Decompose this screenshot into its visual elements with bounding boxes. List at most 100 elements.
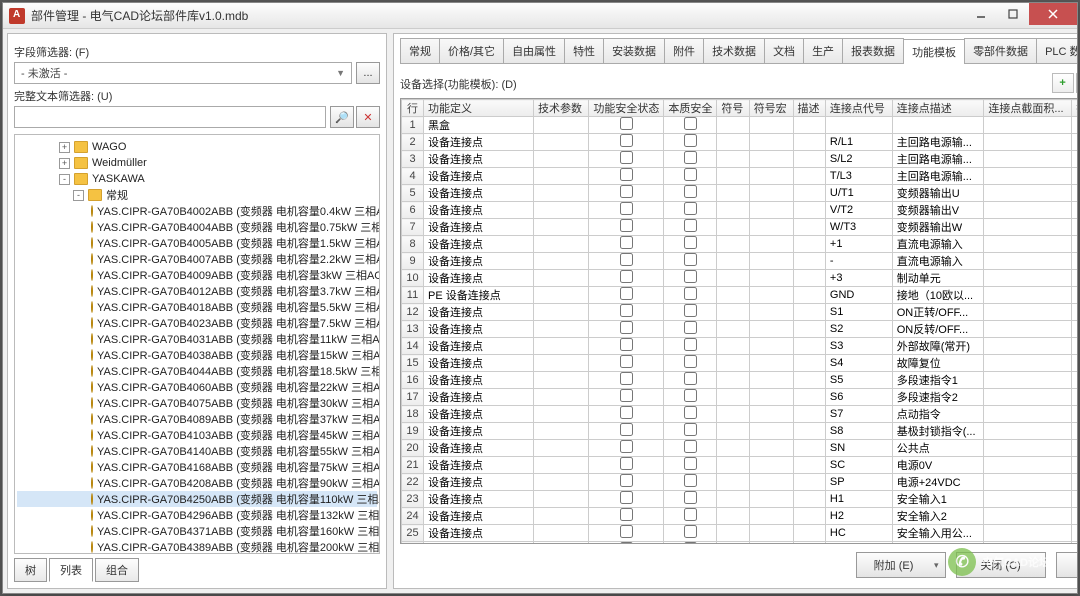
grid-cell[interactable]: 主回路电源输... xyxy=(892,134,984,151)
grid-cell[interactable] xyxy=(534,474,589,491)
grid-cell[interactable] xyxy=(749,525,793,542)
grid-row[interactable]: 3设备连接点S/L2主回路电源输... xyxy=(402,151,1078,168)
grid-cell[interactable]: 设备连接点 xyxy=(424,321,534,338)
grid-row[interactable]: 12设备连接点S1ON正转/OFF... xyxy=(402,304,1078,321)
grid-cell[interactable] xyxy=(534,338,589,355)
grid-cell[interactable] xyxy=(1072,304,1077,321)
grid-cell[interactable] xyxy=(534,304,589,321)
grid-cell[interactable] xyxy=(1072,457,1077,474)
grid-cell[interactable] xyxy=(793,253,825,270)
grid-cell[interactable]: 12 xyxy=(402,304,424,321)
main-tab[interactable]: 特性 xyxy=(564,38,604,63)
grid-row[interactable]: 13设备连接点S2ON反转/OFF... xyxy=(402,321,1078,338)
grid-cell[interactable] xyxy=(749,219,793,236)
grid-row[interactable]: 4设备连接点T/L3主回路电源输... xyxy=(402,168,1078,185)
grid-column-header[interactable]: 连接点代号 xyxy=(825,100,892,117)
grid-cell[interactable] xyxy=(664,355,717,372)
grid-cell[interactable] xyxy=(793,474,825,491)
grid-cell[interactable]: S7 xyxy=(825,406,892,423)
grid-cell[interactable] xyxy=(1072,423,1077,440)
grid-checkbox[interactable] xyxy=(620,525,633,538)
grid-row[interactable]: 23设备连接点H1安全输入1 xyxy=(402,491,1078,508)
grid-cell[interactable]: 变频器输出V xyxy=(892,202,984,219)
grid-cell[interactable]: 设备连接点 xyxy=(424,491,534,508)
grid-checkbox[interactable] xyxy=(684,185,697,198)
grid-cell[interactable] xyxy=(1072,321,1077,338)
grid-cell[interactable]: 10 xyxy=(402,270,424,287)
grid-cell[interactable] xyxy=(717,508,749,525)
grid-row[interactable]: 19设备连接点S8基极封锁指令(... xyxy=(402,423,1078,440)
grid-cell[interactable] xyxy=(664,134,717,151)
maximize-button[interactable] xyxy=(997,3,1029,25)
grid-cell[interactable]: 安全输入2 xyxy=(892,508,984,525)
grid-cell[interactable] xyxy=(589,440,664,457)
grid-cell[interactable]: H2 xyxy=(825,508,892,525)
grid-row[interactable]: 10设备连接点+3制动单元 xyxy=(402,270,1078,287)
grid-checkbox[interactable] xyxy=(620,508,633,521)
grid-cell[interactable] xyxy=(664,338,717,355)
grid-cell[interactable] xyxy=(1072,355,1077,372)
grid-cell[interactable]: SC xyxy=(825,457,892,474)
grid-cell[interactable]: 设备连接点 xyxy=(424,525,534,542)
bottom-tab[interactable]: 列表 xyxy=(49,558,93,582)
grid-cell[interactable] xyxy=(749,270,793,287)
grid-checkbox[interactable] xyxy=(620,134,633,147)
grid-cell[interactable] xyxy=(534,355,589,372)
fulltext-filter-input[interactable] xyxy=(14,106,326,128)
grid-cell[interactable] xyxy=(589,185,664,202)
grid-cell[interactable]: 设备连接点 xyxy=(424,253,534,270)
grid-cell[interactable] xyxy=(984,355,1072,372)
grid-cell[interactable]: 制动单元 xyxy=(892,270,984,287)
grid-checkbox[interactable] xyxy=(684,508,697,521)
grid-checkbox[interactable] xyxy=(620,304,633,317)
grid-cell[interactable] xyxy=(664,508,717,525)
grid-cell[interactable] xyxy=(534,185,589,202)
grid-cell[interactable] xyxy=(793,491,825,508)
grid-cell[interactable]: 故障复位 xyxy=(892,355,984,372)
grid-cell[interactable] xyxy=(749,185,793,202)
grid-cell[interactable]: T/L3 xyxy=(825,168,892,185)
grid-row[interactable]: 16设备连接点S5多段速指令1 xyxy=(402,372,1078,389)
main-tab[interactable]: 零部件数据 xyxy=(964,38,1037,63)
grid-cell[interactable] xyxy=(664,304,717,321)
tree-folder-item[interactable]: +WAGO xyxy=(17,139,377,155)
grid-cell[interactable]: 设备连接点 xyxy=(424,151,534,168)
grid-cell[interactable]: SN xyxy=(825,440,892,457)
grid-cell[interactable] xyxy=(589,117,664,134)
grid-column-header[interactable]: 符号宏 xyxy=(749,100,793,117)
grid-cell[interactable] xyxy=(1072,219,1077,236)
grid-cell[interactable] xyxy=(749,304,793,321)
grid-cell[interactable] xyxy=(664,270,717,287)
grid-cell[interactable] xyxy=(984,525,1072,542)
grid-row[interactable]: 18设备连接点S7点动指令 xyxy=(402,406,1078,423)
grid-cell[interactable] xyxy=(589,151,664,168)
grid-cell[interactable] xyxy=(984,236,1072,253)
grid-cell[interactable]: 基极封锁指令(... xyxy=(892,423,984,440)
grid-cell[interactable]: H1 xyxy=(825,491,892,508)
tree-folder-item[interactable]: +Weidmüller xyxy=(17,155,377,171)
grid-cell[interactable] xyxy=(984,389,1072,406)
grid-checkbox[interactable] xyxy=(620,168,633,181)
tree-part-item[interactable]: YAS.CIPR-GA70B4075ABB (变频器 电机容量30kW 三相AC… xyxy=(17,395,377,411)
grid-cell[interactable] xyxy=(717,270,749,287)
grid-checkbox[interactable] xyxy=(684,202,697,215)
grid-cell[interactable] xyxy=(749,236,793,253)
grid-cell[interactable] xyxy=(589,270,664,287)
bottom-tab[interactable]: 树 xyxy=(14,558,47,582)
grid-cell[interactable] xyxy=(664,168,717,185)
grid-cell[interactable] xyxy=(664,117,717,134)
grid-cell[interactable] xyxy=(664,287,717,304)
grid-cell[interactable] xyxy=(793,151,825,168)
grid-cell[interactable] xyxy=(534,457,589,474)
grid-cell[interactable] xyxy=(589,474,664,491)
grid-checkbox[interactable] xyxy=(684,372,697,385)
grid-cell[interactable]: 设备连接点 xyxy=(424,423,534,440)
grid-cell[interactable] xyxy=(749,321,793,338)
extras-button[interactable]: 附加 (E) xyxy=(856,552,946,578)
grid-cell[interactable] xyxy=(589,253,664,270)
grid-cell[interactable] xyxy=(749,134,793,151)
grid-cell[interactable]: 25 xyxy=(402,525,424,542)
grid-cell[interactable]: 安全输入1 xyxy=(892,491,984,508)
grid-cell[interactable]: 直流电源输入 xyxy=(892,236,984,253)
tree-part-item[interactable]: YAS.CIPR-GA70B4009ABB (变频器 电机容量3kW 三相AC3… xyxy=(17,267,377,283)
